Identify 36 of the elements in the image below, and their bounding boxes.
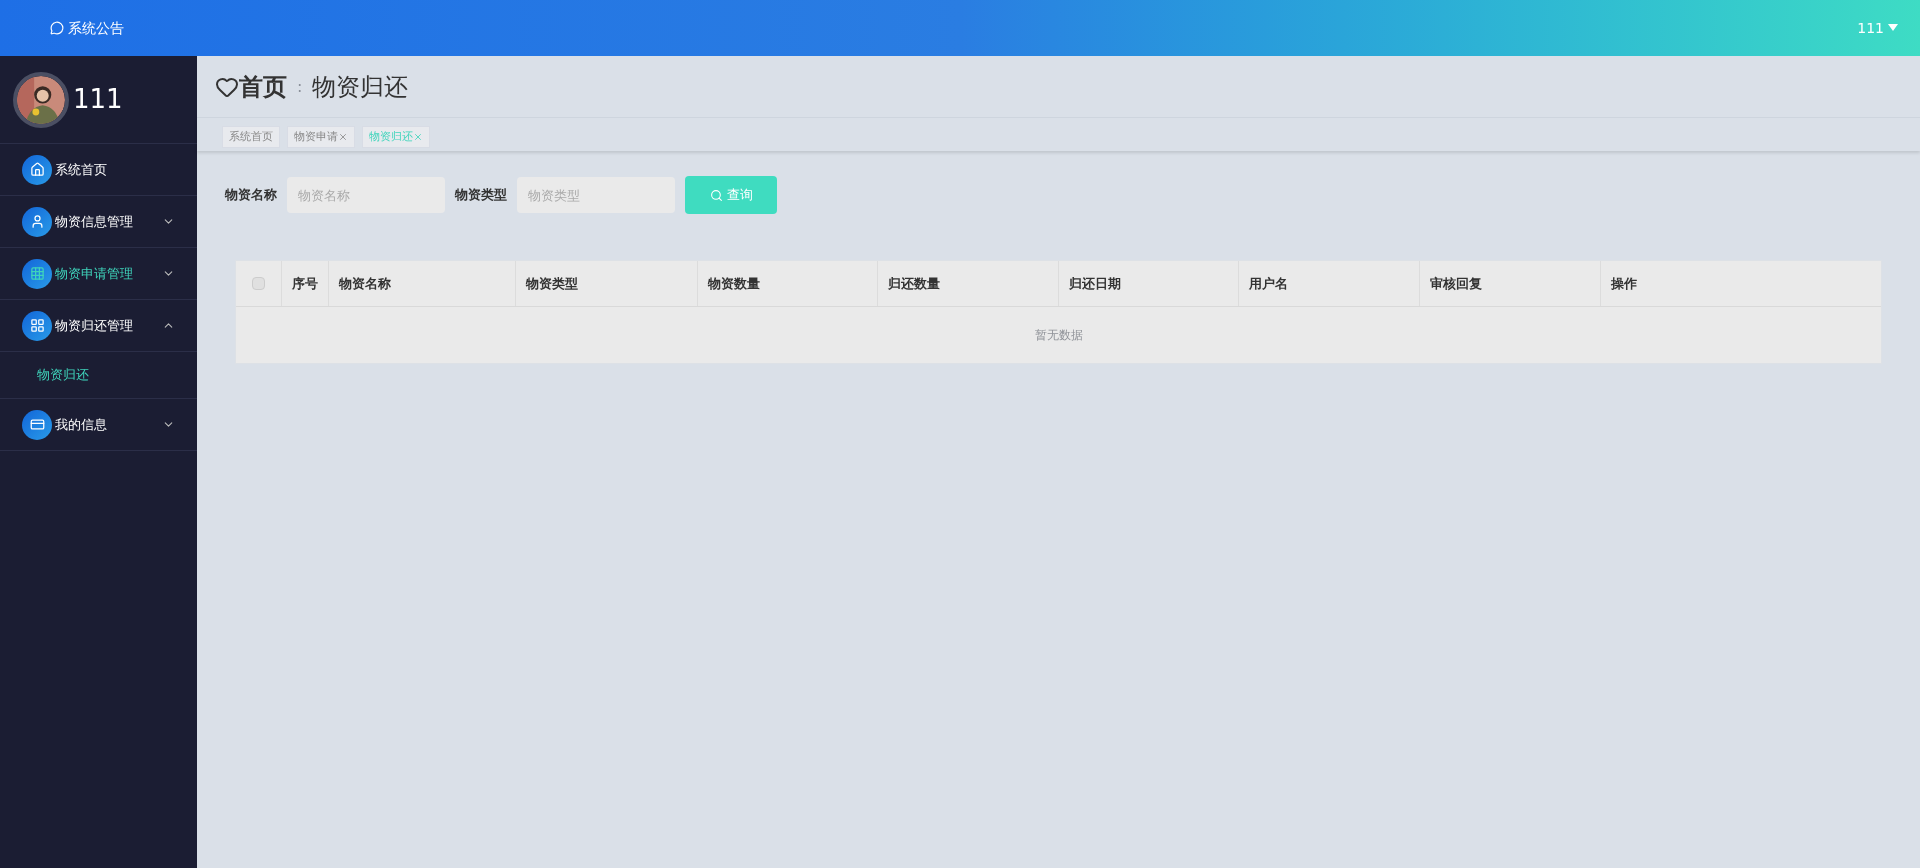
column-header: 序号 (282, 261, 329, 306)
menu-icon (22, 206, 52, 237)
column-header: 归还数量 (878, 261, 1059, 306)
menu-item[interactable]: 物资信息管理 (0, 196, 197, 247)
field-label: 物资名称 (225, 186, 277, 205)
search-field[interactable]: 物资名称 (287, 177, 445, 213)
search-icon (709, 188, 723, 202)
caret-icon (1888, 24, 1898, 32)
menu-item[interactable]: 我的信息 (0, 399, 197, 450)
menu-icon (22, 310, 52, 341)
column-header: 操作 (1610, 274, 1638, 293)
column-header: 物资数量 (698, 261, 878, 306)
close-icon[interactable] (338, 132, 348, 142)
column-header: 审核回复 (1420, 261, 1601, 306)
menu-item[interactable]: 物资申请管理 (0, 248, 197, 299)
close-icon[interactable] (413, 132, 423, 142)
menu-item[interactable]: 系统首页 (0, 144, 197, 195)
breadcrumb-separator: : (297, 75, 303, 98)
menu-icon (22, 154, 52, 185)
column-header: 物资类型 (516, 261, 698, 306)
menu-icon (22, 258, 52, 289)
user-name: 111 (73, 83, 123, 116)
chat-icon (50, 21, 64, 35)
checkbox[interactable] (252, 277, 265, 290)
column-header: 归还日期 (1059, 261, 1239, 306)
breadcrumb-current: 物资归还 (312, 71, 409, 103)
search-field[interactable]: 物资类型 (517, 177, 675, 213)
column-header: 物资名称 (329, 261, 516, 306)
menu-icon (22, 409, 52, 440)
notice-button[interactable]: 系统公告 (50, 17, 124, 39)
column-header: 用户名 (1239, 261, 1420, 306)
empty-text: 暂无数据 (1034, 327, 1083, 344)
menu-item[interactable]: 物资归还管理 (0, 300, 197, 351)
submenu-item[interactable]: 物资归还 (0, 351, 197, 398)
field-label: 物资类型 (455, 186, 507, 205)
breadcrumb-home[interactable]: 首页 (239, 68, 287, 105)
